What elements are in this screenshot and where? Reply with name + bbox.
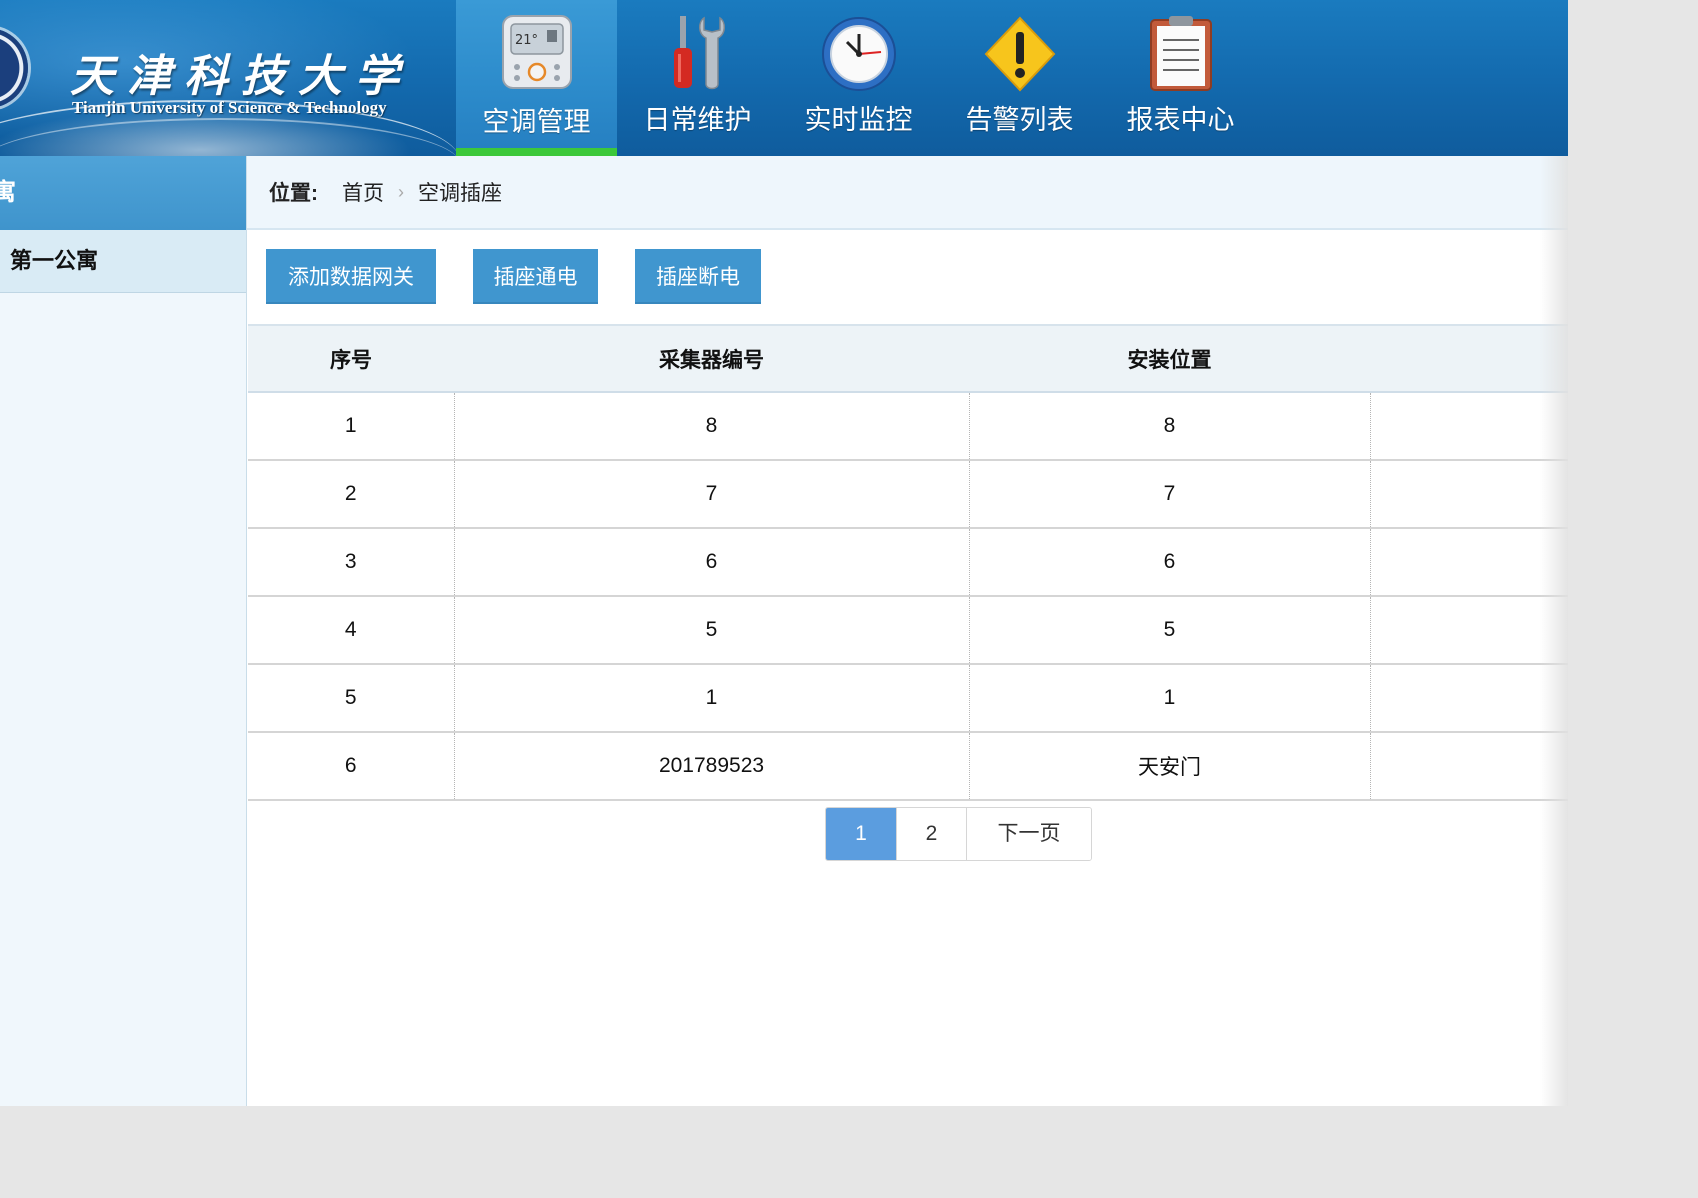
screwdriver-wrench-icon — [673, 16, 725, 90]
cell-collector-id: 201789523 — [454, 732, 970, 801]
university-brand: 天津科技大学 Tianjin University of Science & T… — [0, 0, 456, 156]
nav-label: 空调管理 — [482, 107, 591, 137]
cell-index: 2 — [248, 460, 455, 529]
socket-power-on-button[interactable]: 插座通电 — [473, 249, 598, 304]
cell-install-location: 天安门 — [969, 732, 1371, 801]
chevron-right-icon: › — [398, 181, 404, 202]
add-data-gateway-button[interactable]: 添加数据网关 — [266, 249, 436, 304]
table-header: 序号 采集器编号 安装位置 — [248, 324, 1568, 393]
top-header: 天津科技大学 Tianjin University of Science & T… — [0, 0, 1568, 156]
table-row[interactable]: 4 5 5 — [248, 596, 1568, 665]
column-header-index[interactable]: 序号 — [248, 324, 454, 393]
nav-item-realtime-monitor[interactable]: 实时监控 — [778, 0, 939, 156]
cell-collector-id: 6 — [454, 528, 970, 597]
nav-item-daily-maintenance[interactable]: 日常维护 — [617, 0, 778, 156]
column-header-extra — [1370, 324, 1568, 393]
cell-collector-id: 1 — [454, 664, 970, 733]
brand-name-en: Tianjin University of Science & Technolo… — [72, 98, 387, 117]
clock-icon — [821, 17, 896, 91]
air-conditioner-panel-icon: 21° — [501, 15, 572, 89]
cell-extra — [1370, 596, 1568, 665]
nav-label: 日常维护 — [643, 105, 752, 135]
brand-name-cn: 天津科技大学 — [70, 51, 412, 102]
table-row[interactable]: 1 8 8 — [248, 392, 1568, 461]
table-row[interactable]: 6 201789523 天安门 — [248, 732, 1568, 801]
column-header-install-location[interactable]: 安装位置 — [969, 324, 1370, 393]
breadcrumb-home-link[interactable]: 首页 — [342, 177, 384, 207]
breadcrumb-current: 空调插座 — [418, 182, 502, 205]
cell-collector-id: 8 — [454, 392, 970, 461]
cell-install-location: 8 — [969, 392, 1371, 461]
nav-label: 报表中心 — [1126, 105, 1235, 135]
svg-text:21°: 21° — [515, 33, 538, 48]
university-emblem-icon — [0, 28, 28, 108]
cell-index: 5 — [248, 664, 455, 733]
column-header-collector-id[interactable]: 采集器编号 — [454, 324, 969, 393]
cell-index: 6 — [248, 732, 455, 801]
page-button-1[interactable]: 1 — [826, 808, 897, 860]
toolbar: 添加数据网关 插座通电 插座断电 — [247, 230, 1568, 322]
nav-item-alarm-list[interactable]: 告警列表 — [939, 0, 1100, 156]
socket-power-off-button[interactable]: 插座断电 — [635, 249, 761, 304]
cell-collector-id: 5 — [454, 596, 970, 665]
cell-install-location: 1 — [969, 664, 1371, 733]
clipboard-report-icon — [1149, 16, 1212, 91]
sidebar-title: 寓 — [0, 156, 246, 230]
breadcrumb-label: 位置: — [269, 182, 318, 205]
nav-item-report-center[interactable]: 报表中心 — [1100, 0, 1261, 156]
table-row[interactable]: 5 1 1 — [248, 664, 1568, 733]
warning-icon — [984, 16, 1055, 92]
cell-install-location: 6 — [969, 528, 1371, 597]
main-content: 位置: 首页 › 空调插座 添加数据网关 插座通电 插座断电 序号 采集器编号 … — [247, 156, 1568, 1106]
cell-index: 1 — [248, 392, 455, 461]
table-row[interactable]: 2 7 7 — [248, 460, 1568, 529]
table-row[interactable]: 3 6 6 — [248, 528, 1568, 597]
breadcrumb: 位置: 首页 › 空调插座 — [247, 156, 1568, 230]
cell-install-location: 7 — [969, 460, 1371, 529]
table-header-row: 序号 采集器编号 安装位置 — [248, 324, 1568, 393]
next-page-button[interactable]: 下一页 — [967, 808, 1091, 860]
page-button-2[interactable]: 2 — [897, 808, 967, 860]
cell-extra — [1370, 528, 1568, 597]
cell-extra — [1370, 392, 1568, 461]
cell-install-location: 5 — [969, 596, 1371, 665]
table-body: 1 8 8 2 7 7 3 6 6 4 5 5 5 1 1 6 20178952… — [248, 392, 1568, 801]
cell-index: 3 — [248, 528, 455, 597]
nav-label: 告警列表 — [965, 105, 1074, 135]
top-nav: 21° 空调管理 日常维护 实时监控 告警列表 报表中心 — [456, 0, 1261, 156]
cell-extra — [1370, 460, 1568, 529]
cell-extra — [1370, 732, 1568, 801]
cell-extra — [1370, 664, 1568, 733]
socket-table: 序号 采集器编号 安装位置 1 8 8 2 7 7 3 6 6 4 5 5 5 … — [248, 324, 1568, 801]
sidebar: 寓 第一公寓 — [0, 156, 247, 1106]
nav-item-ac-management[interactable]: 21° 空调管理 — [456, 0, 617, 156]
cell-index: 4 — [248, 596, 455, 665]
sidebar-item-first-apartment[interactable]: 第一公寓 — [0, 230, 246, 293]
pagination: 1 2 下一页 — [825, 807, 1092, 861]
cell-collector-id: 7 — [454, 460, 970, 529]
app-window: 天津科技大学 Tianjin University of Science & T… — [0, 0, 1568, 1106]
nav-label: 实时监控 — [804, 105, 913, 135]
